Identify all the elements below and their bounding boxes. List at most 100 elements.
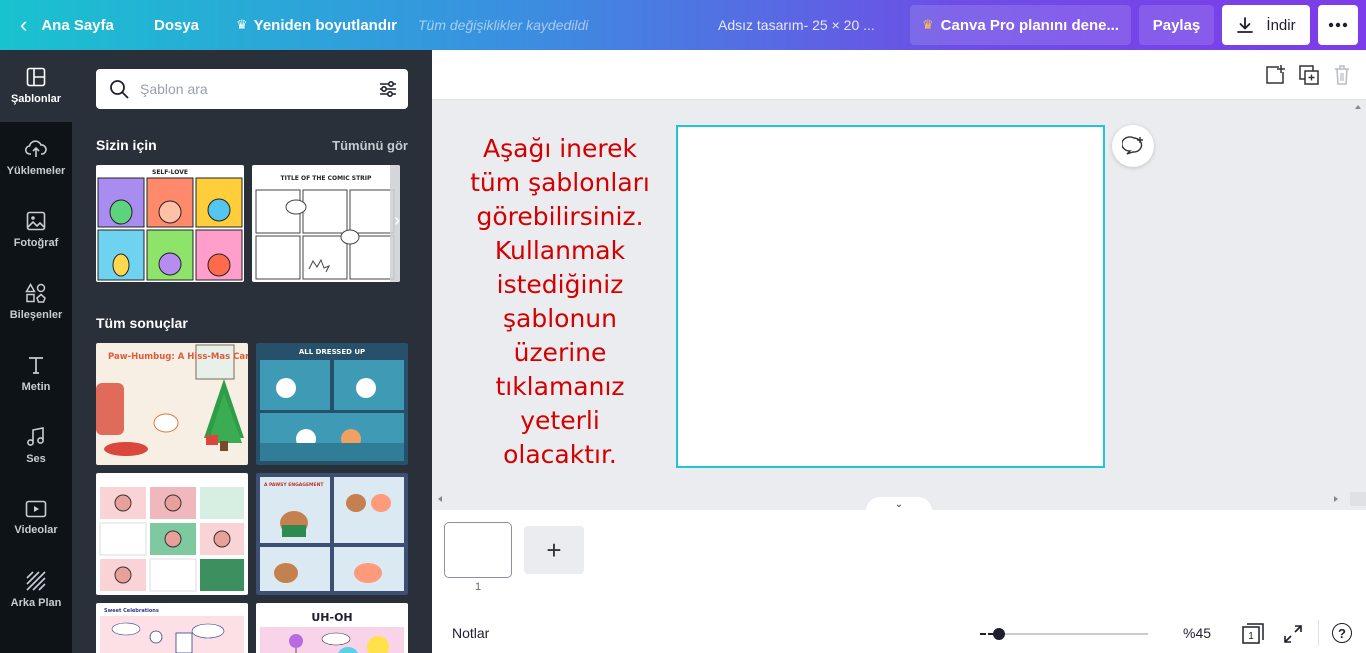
top-bar: ‹ Ana Sayfa Dosya ♛ Yeniden boyutlandır … [0, 0, 1366, 50]
template-pawsy-engagement[interactable]: A PAWSY ENGAGEMENT [256, 473, 408, 595]
zoom-slider[interactable] [988, 628, 1148, 640]
fullscreen-icon[interactable] [1283, 624, 1303, 644]
more-options-button[interactable] [1318, 5, 1358, 45]
template-thumbnail [99, 487, 244, 592]
home-button[interactable]: ‹ Ana Sayfa [20, 0, 114, 50]
template-thumbnail: TITLE OF THE COMIC STRIP [255, 165, 400, 282]
chevron-left-icon: ‹ [20, 12, 28, 37]
rail-label: Metin [21, 381, 51, 393]
pro-trial-label: Canva Pro planını dene... [940, 16, 1120, 34]
rail-item-uploads[interactable]: Yüklemeler [0, 122, 72, 194]
template-all-dressed-up[interactable]: ALL DRESSED UP [256, 343, 408, 465]
rail-label: Ses [26, 453, 46, 465]
for-you-title: Sizin için [96, 137, 157, 153]
add-page-button[interactable]: + [524, 526, 584, 574]
download-button[interactable]: İndir [1222, 5, 1310, 45]
filter-icon[interactable] [378, 79, 398, 99]
template-title: UH-OH [311, 611, 352, 624]
template-thumbnail: ALL DRESSED UP [260, 348, 404, 461]
photo-icon [26, 211, 46, 231]
template-search[interactable] [96, 69, 408, 109]
rail-item-audio[interactable]: Ses [0, 410, 72, 482]
comment-add-icon [1122, 136, 1143, 155]
add-page-icon[interactable] [1264, 64, 1286, 86]
template-thumbnail: Paw-Humbug: A Hiss-Mas Carol [96, 344, 248, 456]
text-icon [29, 357, 43, 374]
file-menu-button[interactable]: Dosya [154, 0, 199, 50]
more-dots-icon [1328, 22, 1348, 28]
chevron-right-icon[interactable]: › [394, 210, 400, 231]
rail-item-elements[interactable]: Bileşenler [0, 266, 72, 338]
design-title[interactable]: Adsız tasarım- 25 × 20 ... [718, 0, 875, 50]
template-thumbnail: A PAWSY ENGAGEMENT [260, 477, 404, 591]
template-title: TITLE OF THE COMIC STRIP [281, 175, 372, 182]
music-note-icon [27, 427, 44, 446]
help-icon[interactable]: ? [1332, 623, 1352, 643]
plus-icon: + [546, 534, 562, 565]
notes-button[interactable]: Notlar [452, 625, 489, 641]
footer-bar [432, 607, 1366, 653]
duplicate-page-icon[interactable] [1298, 64, 1320, 86]
rail-item-photos[interactable]: Fotoğraf [0, 194, 72, 266]
rail-label: Fotoğraf [13, 237, 59, 249]
rail-label: Şablonlar [10, 93, 62, 105]
search-input[interactable] [140, 69, 360, 109]
rail-label: Arka Plan [10, 597, 62, 609]
rail-item-background[interactable]: Arka Plan [0, 554, 72, 626]
design-page[interactable] [676, 125, 1105, 468]
footer-divider [1318, 620, 1319, 646]
template-title: Sweet Celebrations [104, 608, 159, 614]
templates-panel: Sizin için Tümünü gör SELF-LOVE TITLE OF… [72, 50, 432, 653]
pro-trial-button[interactable]: ♛ Canva Pro planını dene... [910, 5, 1131, 45]
template-self-love[interactable]: SELF-LOVE [96, 165, 244, 282]
crown-icon: ♛ [236, 17, 248, 32]
upload-cloud-icon [25, 140, 47, 157]
rail-label: Bileşenler [9, 309, 63, 321]
template-title: A PAWSY ENGAGEMENT [264, 482, 324, 488]
rail-item-templates[interactable]: Şablonlar [0, 50, 72, 122]
resize-label: Yeniden boyutlandır [253, 16, 398, 34]
elements-icon [25, 283, 46, 303]
add-comment-button[interactable] [1112, 125, 1154, 167]
page-count: 1 [1248, 631, 1254, 642]
template-thumbnail: UH-OH [260, 611, 404, 653]
search-icon [110, 80, 129, 99]
rail-label: Yüklemeler [6, 165, 66, 177]
templates-icon [26, 67, 46, 87]
page-count-icon[interactable]: 1 [1241, 622, 1265, 644]
background-pattern-icon [26, 571, 46, 591]
all-results-title: Tüm sonuçlar [96, 315, 188, 331]
rail-item-videos[interactable]: Videolar [0, 482, 72, 554]
download-icon [1237, 17, 1254, 33]
rail-item-text[interactable]: Metin [0, 338, 72, 410]
see-all-link[interactable]: Tümünü gör [332, 138, 408, 153]
page-number: 1 [474, 581, 482, 593]
template-title: ALL DRESSED UP [299, 348, 365, 356]
rail-label: Videolar [14, 524, 58, 536]
template-pug-comic[interactable] [96, 473, 248, 595]
template-uh-oh[interactable]: UH-OH [256, 603, 408, 653]
vertical-scrollbar[interactable] [1350, 101, 1366, 506]
template-thumbnail: Sweet Celebrations [100, 608, 244, 653]
template-title: SELF-LOVE [152, 169, 188, 176]
template-comic-strip[interactable]: TITLE OF THE COMIC STRIP [252, 165, 400, 282]
tray-collapse-handle[interactable]: ⌄ [866, 497, 932, 511]
template-sweet-celebrations[interactable]: Sweet Celebrations [96, 603, 248, 653]
resize-button[interactable]: ♛ Yeniden boyutlandır [236, 0, 397, 50]
crown-icon: ♛ [921, 17, 934, 32]
canvas-toolbar [432, 50, 1366, 100]
template-paw-humbug[interactable]: Paw-Humbug: A Hiss-Mas Carol [96, 343, 248, 465]
zoom-min-mark [980, 633, 986, 635]
instruction-text: Aşağı inerek tüm şablonları görebilirsin… [470, 134, 650, 469]
saved-status: Tüm değişiklikler kaydedildi [418, 17, 589, 33]
side-rail: Şablonlar Yüklemeler Fotoğraf Bileşenler… [0, 50, 72, 653]
zoom-level[interactable]: %45 [1183, 625, 1211, 641]
video-icon [25, 500, 47, 518]
share-button[interactable]: Paylaş [1139, 5, 1214, 45]
download-label: İndir [1266, 16, 1296, 34]
home-label: Ana Sayfa [41, 16, 114, 34]
trash-icon[interactable] [1332, 64, 1352, 86]
template-title: Paw-Humbug: A Hiss-Mas Carol [108, 352, 248, 362]
page-thumbnail[interactable] [444, 522, 512, 578]
chevron-down-icon: ⌄ [894, 499, 904, 510]
